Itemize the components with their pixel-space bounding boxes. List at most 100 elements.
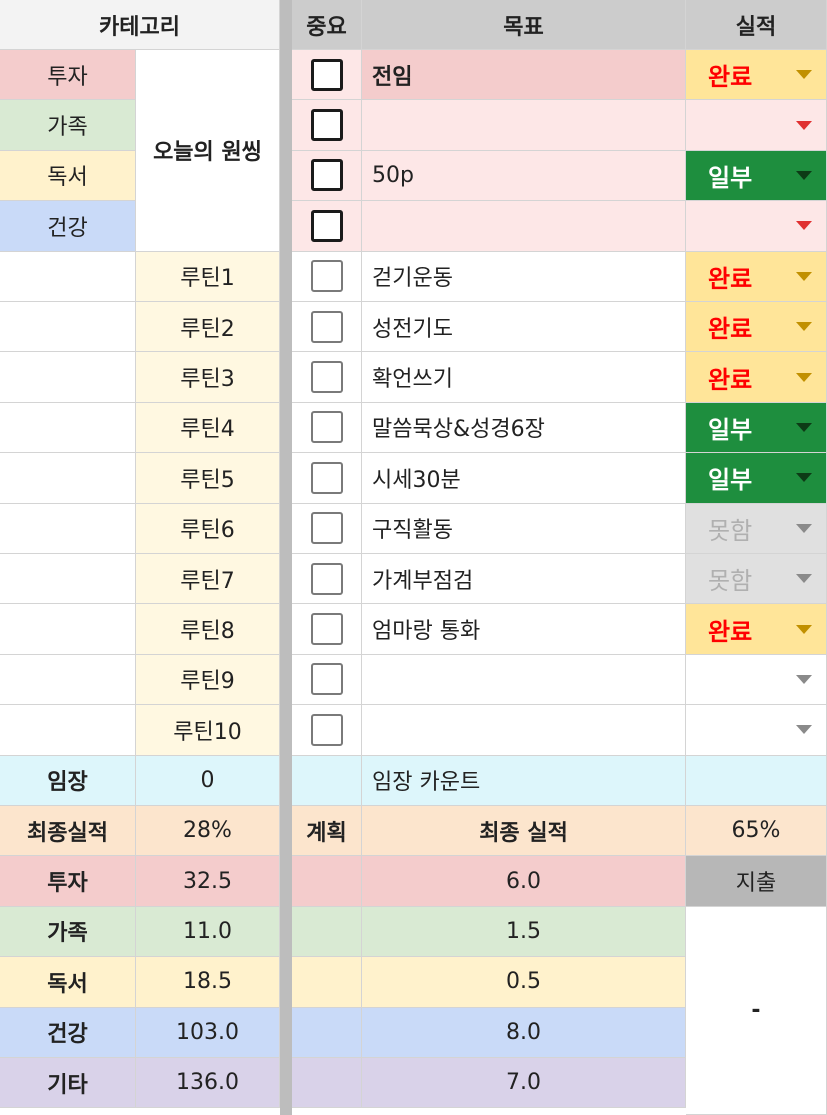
status-dropdown[interactable] xyxy=(686,654,827,706)
imjang-value: 0 xyxy=(136,755,280,806)
checkbox[interactable] xyxy=(310,411,343,444)
routine-label: 루틴4 xyxy=(136,402,280,454)
status-value: 완료 xyxy=(708,617,753,646)
status-dropdown[interactable]: 완료 xyxy=(686,352,827,403)
routine-category-empty xyxy=(0,604,136,655)
dropdown-arrow-icon[interactable] xyxy=(796,271,812,281)
category-3: 건강 xyxy=(0,201,136,252)
summary-final: 7.0 xyxy=(362,1058,686,1109)
summary-value: 18.5 xyxy=(136,957,280,1008)
dropdown-arrow-icon[interactable] xyxy=(796,574,812,584)
summary-value: 103.0 xyxy=(136,1007,280,1058)
routine-category-empty xyxy=(0,453,136,504)
dropdown-arrow-icon[interactable] xyxy=(796,422,812,432)
checkbox[interactable] xyxy=(310,613,343,646)
routine-category-empty xyxy=(0,503,136,554)
goal-text[interactable]: 50p xyxy=(362,150,686,202)
status-dropdown[interactable]: 못함 xyxy=(686,554,827,605)
routine-goal[interactable]: 구직활동 xyxy=(362,503,686,554)
routine-goal[interactable]: 걷기운동 xyxy=(362,251,686,302)
goal-text[interactable]: 전임 xyxy=(362,50,686,101)
summary-value: 11.0 xyxy=(136,906,280,958)
routine-goal[interactable] xyxy=(362,654,686,706)
dropdown-arrow-icon[interactable] xyxy=(796,70,812,80)
checkbox[interactable] xyxy=(310,260,343,293)
routine-category-empty xyxy=(0,654,136,706)
status-dropdown[interactable]: 일부 xyxy=(686,402,827,454)
status-value: 완료 xyxy=(708,264,753,293)
routine-label: 루틴6 xyxy=(136,503,280,554)
checkbox-cell xyxy=(292,503,362,554)
summary-plan-blank xyxy=(292,1058,362,1109)
status-dropdown[interactable] xyxy=(686,100,827,151)
status-dropdown[interactable] xyxy=(686,705,827,756)
checkbox-cell xyxy=(292,453,362,504)
routine-category-empty xyxy=(0,352,136,403)
status-dropdown[interactable]: 못함 xyxy=(686,503,827,554)
checkbox[interactable] xyxy=(310,58,343,91)
dropdown-arrow-icon[interactable] xyxy=(796,523,812,533)
column-separator xyxy=(280,0,292,1115)
dropdown-arrow-icon[interactable] xyxy=(796,322,812,332)
status-dropdown[interactable]: 완료 xyxy=(686,604,827,655)
checkbox[interactable] xyxy=(310,109,343,142)
dropdown-arrow-icon[interactable] xyxy=(796,372,812,382)
dropdown-arrow-icon[interactable] xyxy=(796,624,812,634)
dropdown-arrow-icon[interactable] xyxy=(796,221,812,231)
expense-value: - xyxy=(686,906,827,1115)
routine-category-empty xyxy=(0,302,136,353)
checkbox[interactable] xyxy=(310,713,343,746)
checkbox-cell xyxy=(292,352,362,403)
checkbox[interactable] xyxy=(310,512,343,545)
final-title: 최종 실적 xyxy=(362,806,686,857)
status-value: 못함 xyxy=(708,516,753,545)
dropdown-arrow-icon[interactable] xyxy=(796,674,812,684)
checkbox[interactable] xyxy=(310,310,343,343)
checkbox[interactable] xyxy=(310,209,343,242)
summary-final: 6.0 xyxy=(362,856,686,907)
summary-final: 0.5 xyxy=(362,957,686,1008)
routine-goal[interactable] xyxy=(362,705,686,756)
routine-category-empty xyxy=(0,554,136,605)
summary-label: 독서 xyxy=(0,957,136,1008)
status-value: 일부 xyxy=(708,466,753,495)
status-dropdown[interactable]: 일부 xyxy=(686,453,827,504)
summary-value: 32.5 xyxy=(136,856,280,907)
goal-tracker-sheet: 카테고리 중요 목표 실적 투자 가족 독서 건강 오늘의 원씽 전임 완료 50p 일부 루틴1 걷기운동… xyxy=(0,0,827,1115)
plan-label: 계획 xyxy=(292,806,362,857)
dropdown-arrow-icon[interactable] xyxy=(796,473,812,483)
checkbox-cell xyxy=(292,705,362,756)
routine-category-empty xyxy=(0,402,136,454)
routine-label: 루틴10 xyxy=(136,705,280,756)
final-percent: 65% xyxy=(686,806,827,857)
status-dropdown[interactable]: 완료 xyxy=(686,251,827,302)
routine-label: 루틴3 xyxy=(136,352,280,403)
checkbox-cell xyxy=(292,554,362,605)
status-dropdown[interactable]: 일부 xyxy=(686,150,827,202)
checkbox[interactable] xyxy=(310,562,343,595)
status-dropdown[interactable] xyxy=(686,201,827,252)
status-dropdown[interactable]: 완료 xyxy=(686,50,827,101)
dropdown-arrow-icon[interactable] xyxy=(796,120,812,130)
goal-text[interactable] xyxy=(362,100,686,151)
routine-goal[interactable]: 말씀묵상&성경6장 xyxy=(362,402,686,454)
checkbox[interactable] xyxy=(310,663,343,696)
routine-goal[interactable]: 가계부점검 xyxy=(362,554,686,605)
summary-final: 8.0 xyxy=(362,1007,686,1058)
checkbox-cell xyxy=(292,251,362,302)
dropdown-arrow-icon[interactable] xyxy=(796,725,812,735)
routine-goal[interactable]: 엄마랑 통화 xyxy=(362,604,686,655)
checkbox[interactable] xyxy=(310,159,343,192)
goal-text[interactable] xyxy=(362,201,686,252)
summary-label: 가족 xyxy=(0,906,136,958)
routine-goal[interactable]: 확언쓰기 xyxy=(362,352,686,403)
status-dropdown[interactable]: 완료 xyxy=(686,302,827,353)
dropdown-arrow-icon[interactable] xyxy=(796,170,812,180)
final-label: 최종실적 xyxy=(0,806,136,857)
checkbox[interactable] xyxy=(310,461,343,494)
routine-label: 루틴5 xyxy=(136,453,280,504)
checkbox[interactable] xyxy=(310,361,343,394)
routine-goal[interactable]: 성전기도 xyxy=(362,302,686,353)
routine-goal[interactable]: 시세30분 xyxy=(362,453,686,504)
summary-label: 건강 xyxy=(0,1007,136,1058)
